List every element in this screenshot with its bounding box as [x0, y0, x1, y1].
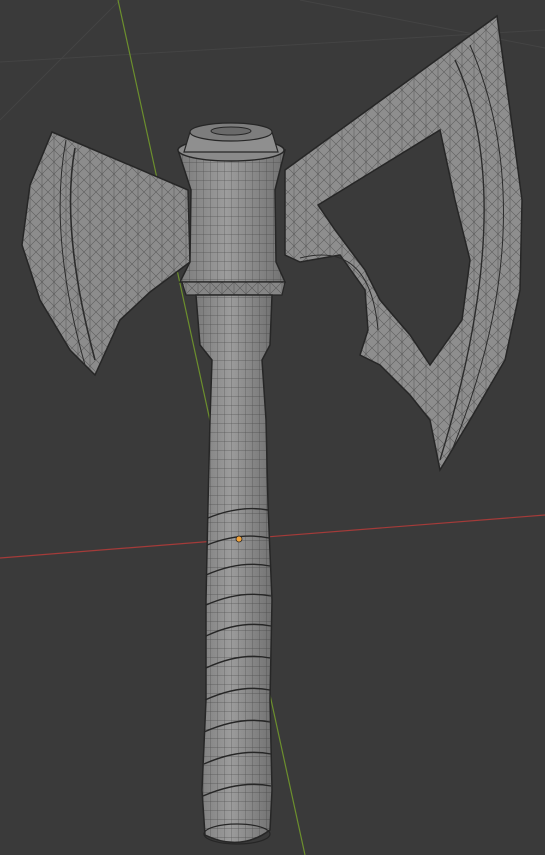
object-origin[interactable]	[235, 535, 243, 543]
left-blade[interactable]	[21, 131, 191, 377]
axe-head-collar[interactable]	[176, 122, 287, 296]
axe-handle[interactable]	[195, 294, 273, 845]
3d-viewport[interactable]	[0, 0, 545, 855]
right-blade[interactable]	[284, 14, 523, 473]
viewport-canvas[interactable]	[0, 0, 545, 855]
x-axis-line	[0, 514, 545, 559]
